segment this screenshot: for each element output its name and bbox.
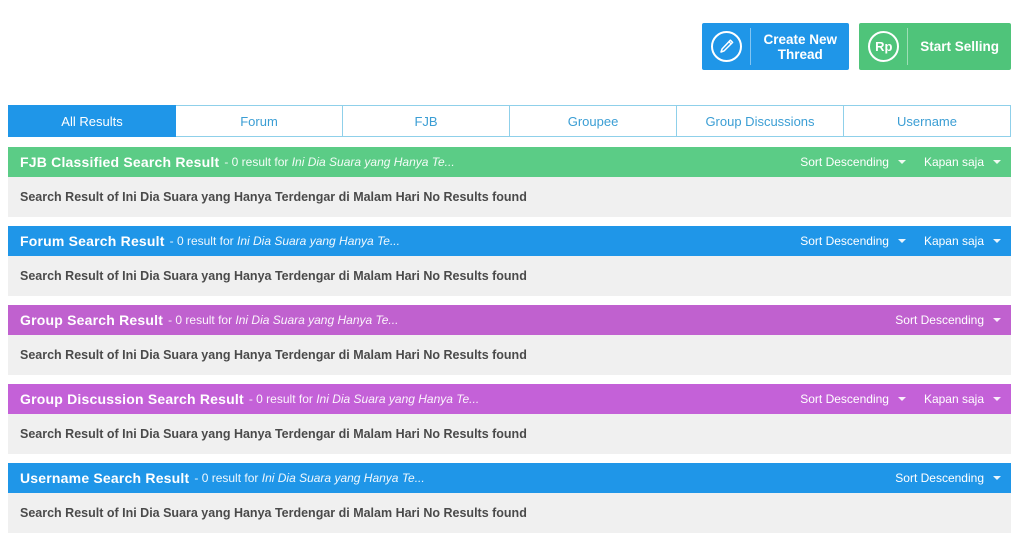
- sort-dropdown-label: Sort Descending: [895, 313, 984, 327]
- pencil-icon-glyph: [711, 31, 743, 62]
- panel-group-search-result: Group Search Result - 0 result for Ini Di…: [8, 305, 1011, 375]
- sort-dropdown-label: Sort Descending: [895, 471, 984, 485]
- tab-username[interactable]: Username: [844, 105, 1011, 137]
- rupiah-icon: Rp: [859, 23, 909, 70]
- panel-body: Search Result of Ini Dia Suara yang Hany…: [8, 256, 1011, 296]
- search-query-text: Ini Dia Suara yang Hanya Te...: [291, 155, 455, 169]
- time-filter-dropdown[interactable]: Kapan saja: [924, 155, 1001, 169]
- time-filter-dropdown-label: Kapan saja: [923, 234, 984, 248]
- result-prefix: - 0 result for: [194, 471, 262, 485]
- chevron-down-icon: [993, 239, 1001, 243]
- search-query-text: Ini Dia Suara yang Hanya Te...: [261, 471, 425, 485]
- panel-title: Group Search Result: [20, 312, 164, 328]
- time-filter-dropdown-label: Kapan saja: [923, 392, 984, 406]
- tab-label: Groupee: [567, 113, 619, 129]
- tab-group-discussions[interactable]: Group Discussions: [677, 105, 844, 137]
- rupiah-icon-glyph: Rp: [868, 31, 900, 62]
- tab-all-results[interactable]: All Results: [8, 105, 176, 137]
- panel-title: Forum Search Result: [20, 233, 165, 249]
- panel-forum-search-result: Forum Search Result - 0 result for Ini Di…: [8, 226, 1011, 296]
- result-prefix: - 0 result for: [169, 234, 237, 248]
- pencil-icon: [702, 23, 752, 70]
- panel-result-count: - 0 result for Ini Dia Suara yang Hanya …: [170, 234, 400, 248]
- start-selling-button[interactable]: Rp Start Selling: [859, 23, 1011, 70]
- panel-title: Username Search Result: [20, 470, 190, 486]
- no-results-message: Search Result of Ini Dia Suara yang Hany…: [20, 506, 527, 520]
- panel-body: Search Result of Ini Dia Suara yang Hany…: [8, 177, 1011, 217]
- tab-label: FJB: [414, 113, 438, 129]
- create-new-thread-button[interactable]: Create New Thread: [702, 23, 850, 70]
- chevron-down-icon: [993, 476, 1001, 480]
- no-results-message: Search Result of Ini Dia Suara yang Hany…: [20, 190, 527, 204]
- panel-header: Group Discussion Search Result - 0 result…: [8, 384, 1011, 414]
- search-query-text: Ini Dia Suara yang Hanya Te...: [316, 392, 480, 406]
- sort-dropdown[interactable]: Sort Descending: [800, 392, 906, 406]
- panel-header: Username Search Result - 0 result for Ini…: [8, 463, 1011, 493]
- panel-header: Group Search Result - 0 result for Ini Di…: [8, 305, 1011, 335]
- tab-groupee[interactable]: Groupee: [510, 105, 677, 137]
- create-new-thread-label: Create New Thread: [763, 31, 837, 62]
- search-result-panels: FJB Classified Search Result - 0 result f…: [8, 147, 1011, 542]
- sort-dropdown[interactable]: Sort Descending: [800, 234, 906, 248]
- chevron-down-icon: [993, 397, 1001, 401]
- panel-title: FJB Classified Search Result: [20, 154, 220, 170]
- panel-result-count: - 0 result for Ini Dia Suara yang Hanya …: [168, 313, 398, 327]
- chevron-down-icon: [993, 318, 1001, 322]
- tab-label: Group Discussions: [705, 113, 815, 129]
- no-results-message: Search Result of Ini Dia Suara yang Hany…: [20, 269, 527, 283]
- search-query-text: Ini Dia Suara yang Hanya Te...: [236, 234, 400, 248]
- panel-header: Forum Search Result - 0 result for Ini Di…: [8, 226, 1011, 256]
- tab-label: Username: [897, 113, 957, 129]
- panel-controls: Sort Descending Kapan saja: [800, 392, 1001, 406]
- panel-username-search-result: Username Search Result - 0 result for Ini…: [8, 463, 1011, 533]
- panel-controls: Sort Descending Kapan saja: [800, 234, 1001, 248]
- result-prefix: - 0 result for: [168, 313, 236, 327]
- panel-controls: Sort Descending: [895, 471, 1001, 485]
- panel-body: Search Result of Ini Dia Suara yang Hany…: [8, 414, 1011, 454]
- sort-dropdown[interactable]: Sort Descending: [895, 313, 1001, 327]
- panel-fjb-classified-search-result: FJB Classified Search Result - 0 result f…: [8, 147, 1011, 217]
- sort-dropdown-label: Sort Descending: [800, 234, 889, 248]
- chevron-down-icon: [993, 160, 1001, 164]
- tab-label: All Results: [61, 113, 123, 129]
- top-action-bar: Create New Thread Rp Start Selling: [0, 0, 1019, 95]
- panel-header: FJB Classified Search Result - 0 result f…: [8, 147, 1011, 177]
- tab-forum[interactable]: Forum: [176, 105, 343, 137]
- sort-dropdown[interactable]: Sort Descending: [895, 471, 1001, 485]
- no-results-message: Search Result of Ini Dia Suara yang Hany…: [20, 427, 527, 441]
- action-button-group: Create New Thread Rp Start Selling: [702, 23, 1011, 70]
- chevron-down-icon: [897, 239, 906, 243]
- time-filter-dropdown[interactable]: Kapan saja: [924, 392, 1001, 406]
- time-filter-dropdown[interactable]: Kapan saja: [924, 234, 1001, 248]
- chevron-down-icon: [897, 160, 906, 164]
- panel-controls: Sort Descending Kapan saja: [800, 155, 1001, 169]
- tab-label: Forum: [240, 113, 278, 129]
- panel-result-count: - 0 result for Ini Dia Suara yang Hanya …: [194, 471, 424, 485]
- tab-fjb[interactable]: FJB: [343, 105, 510, 137]
- panel-controls: Sort Descending: [895, 313, 1001, 327]
- panel-body: Search Result of Ini Dia Suara yang Hany…: [8, 493, 1011, 533]
- sort-dropdown[interactable]: Sort Descending: [800, 155, 906, 169]
- sort-dropdown-label: Sort Descending: [800, 155, 889, 169]
- no-results-message: Search Result of Ini Dia Suara yang Hany…: [20, 348, 527, 362]
- start-selling-label: Start Selling: [920, 39, 999, 54]
- panel-title: Group Discussion Search Result: [20, 391, 244, 407]
- panel-body: Search Result of Ini Dia Suara yang Hany…: [8, 335, 1011, 375]
- result-prefix: - 0 result for: [248, 392, 317, 406]
- search-result-tabs: All Results Forum FJB Groupee Group Discussi…: [8, 105, 1011, 137]
- sort-dropdown-label: Sort Descending: [800, 392, 889, 406]
- panel-result-count: - 0 result for Ini Dia Suara yang Hanya …: [249, 392, 479, 406]
- search-query-text: Ini Dia Suara yang Hanya Te...: [235, 313, 399, 327]
- panel-result-count: - 0 result for Ini Dia Suara yang Hanya …: [224, 155, 454, 169]
- panel-group-discussion-search-result: Group Discussion Search Result - 0 result…: [8, 384, 1011, 454]
- chevron-down-icon: [897, 397, 906, 401]
- result-prefix: - 0 result for: [224, 155, 292, 169]
- time-filter-dropdown-label: Kapan saja: [923, 155, 984, 169]
